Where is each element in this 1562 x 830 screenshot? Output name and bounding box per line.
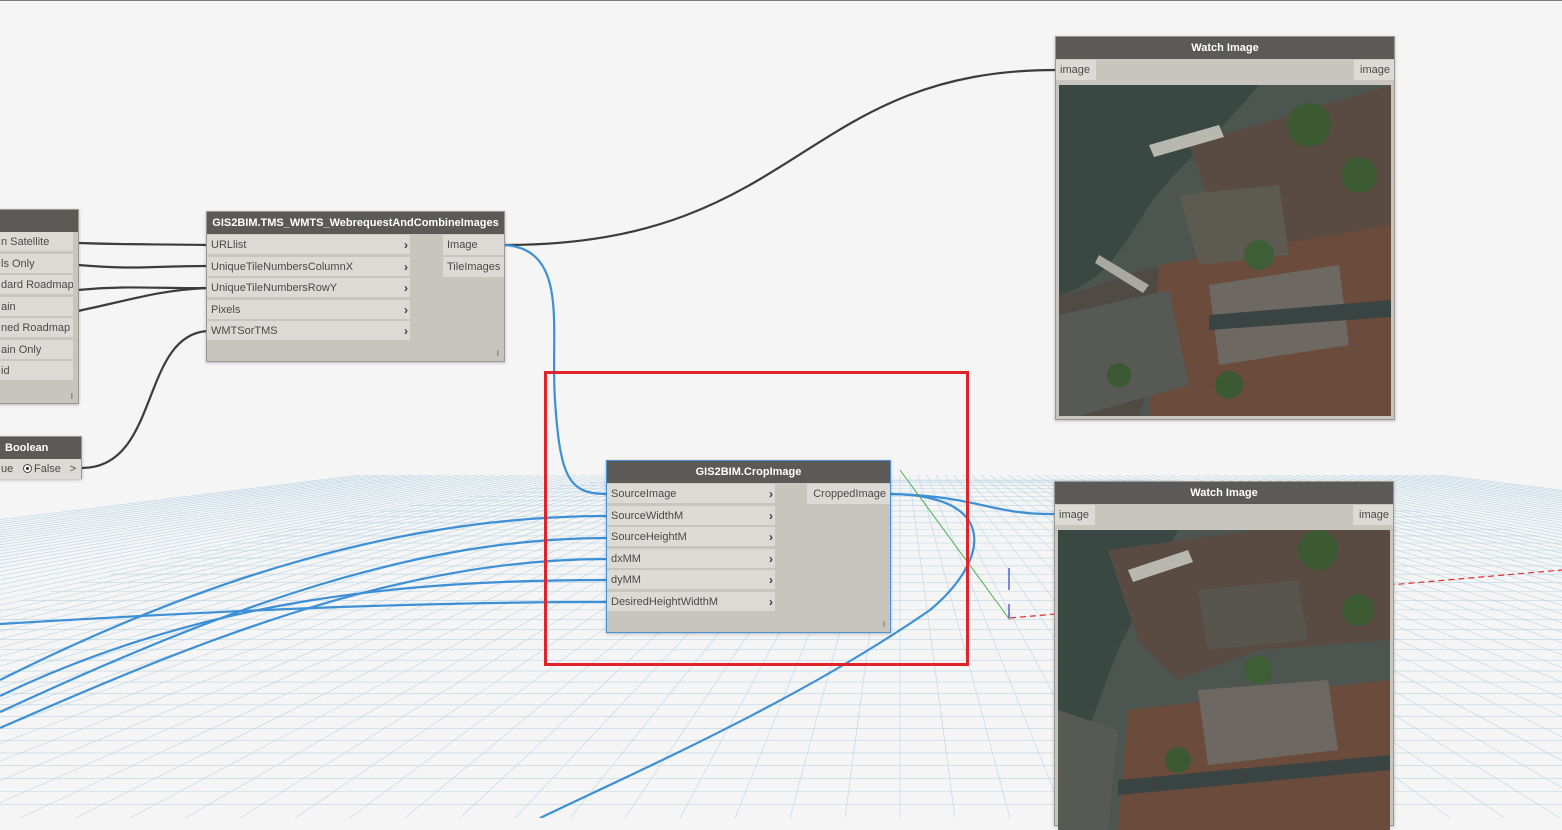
lacing-indicator: l bbox=[71, 392, 73, 401]
chevron-right-icon: › bbox=[404, 281, 408, 295]
port-wmtsortms[interactable]: WMTSorTMS › bbox=[207, 321, 410, 341]
dropdown-item[interactable]: ls Only bbox=[0, 253, 73, 274]
wire-to-desiredheightwidthm[interactable] bbox=[0, 600, 608, 626]
port-pixels[interactable]: Pixels › bbox=[207, 300, 410, 320]
lacing-indicator: l bbox=[497, 349, 499, 358]
dropdown-item[interactable]: dard Roadmap bbox=[0, 275, 73, 295]
port-label: UniqueTileNumbersRowY bbox=[211, 282, 338, 294]
boolean-options: ue False bbox=[0, 459, 65, 479]
wire-image-to-watch1[interactable] bbox=[504, 68, 1057, 247]
port-label: WMTSorTMS bbox=[211, 325, 278, 337]
watch-image-output-port-2[interactable]: image bbox=[1353, 505, 1393, 525]
port-urllist[interactable]: URLlist › bbox=[207, 235, 410, 255]
true-radio-label[interactable]: ue bbox=[1, 459, 13, 479]
aerial-photo bbox=[1058, 530, 1390, 830]
dropdown-item[interactable]: id bbox=[0, 361, 73, 381]
port-label: URLlist bbox=[211, 239, 247, 251]
dropdown-item[interactable]: ned Roadmap bbox=[0, 318, 73, 338]
chevron-right-icon: › bbox=[404, 238, 408, 252]
wire-satellite-to-urllist[interactable] bbox=[77, 241, 208, 247]
aerial-image-preview-1 bbox=[1059, 85, 1391, 416]
wire-to-dxmm[interactable] bbox=[0, 557, 608, 730]
watch-image-node-2[interactable]: Watch Image image image bbox=[1054, 481, 1394, 830]
boolean-node-title: Boolean bbox=[0, 437, 81, 459]
chevron-right-icon: › bbox=[404, 324, 408, 338]
dropdown-item[interactable]: ain Only bbox=[0, 339, 73, 360]
watch-image-title-2: Watch Image bbox=[1055, 482, 1393, 504]
watch-image-input-port-1[interactable]: image bbox=[1056, 60, 1096, 80]
port-uniquetilenumberscolumnx[interactable]: UniqueTileNumbersColumnX › bbox=[207, 257, 410, 277]
radio-dot bbox=[26, 467, 29, 470]
dropdown-item[interactable]: n Satellite bbox=[0, 232, 73, 252]
false-radio-label[interactable]: False bbox=[34, 459, 61, 479]
port-out-tileimages[interactable]: TileImages bbox=[443, 257, 504, 277]
port-label: UniqueTileNumbersColumnX bbox=[211, 261, 354, 273]
tms-wmts-node[interactable]: GIS2BIM.TMS_WMTS_WebrequestAndCombineIma… bbox=[206, 211, 505, 362]
wire-boolean-to-wmtsortms[interactable] bbox=[81, 329, 208, 470]
dropdown-item[interactable]: ain bbox=[0, 296, 73, 317]
map-type-dropdown-node[interactable]: n Satellite ls Only dard Roadmap ain ned Roa… bbox=[0, 209, 79, 404]
chevron-right-icon: › bbox=[404, 303, 408, 317]
false-radio[interactable] bbox=[23, 464, 32, 473]
port-label: Pixels bbox=[211, 304, 241, 316]
watch-image-output-port-1[interactable]: image bbox=[1354, 60, 1394, 80]
dropdown-node-header[interactable] bbox=[0, 210, 78, 232]
aerial-photo bbox=[1059, 85, 1391, 416]
wire-to-sourcewidthm[interactable] bbox=[0, 514, 608, 681]
boolean-output-port[interactable]: > bbox=[65, 459, 81, 479]
port-uniquetilenumbersrowy[interactable]: UniqueTileNumbersRowY › bbox=[207, 278, 410, 298]
wire-to-columnx[interactable] bbox=[77, 263, 208, 269]
watch-image-node-1[interactable]: Watch Image image image bbox=[1055, 36, 1395, 420]
watch-image-title-1: Watch Image bbox=[1056, 37, 1394, 59]
chevron-right-icon: › bbox=[404, 260, 408, 274]
tms-node-title: GIS2BIM.TMS_WMTS_WebrequestAndCombineIma… bbox=[207, 212, 504, 234]
wire-to-rowy-2[interactable] bbox=[77, 286, 208, 313]
watch-image-input-port-2[interactable]: image bbox=[1055, 505, 1095, 525]
port-out-image[interactable]: Image bbox=[443, 235, 504, 255]
highlight-rectangle bbox=[544, 371, 969, 666]
aerial-image-preview-2 bbox=[1058, 530, 1390, 830]
boolean-node[interactable]: Boolean ue False > bbox=[0, 436, 82, 479]
